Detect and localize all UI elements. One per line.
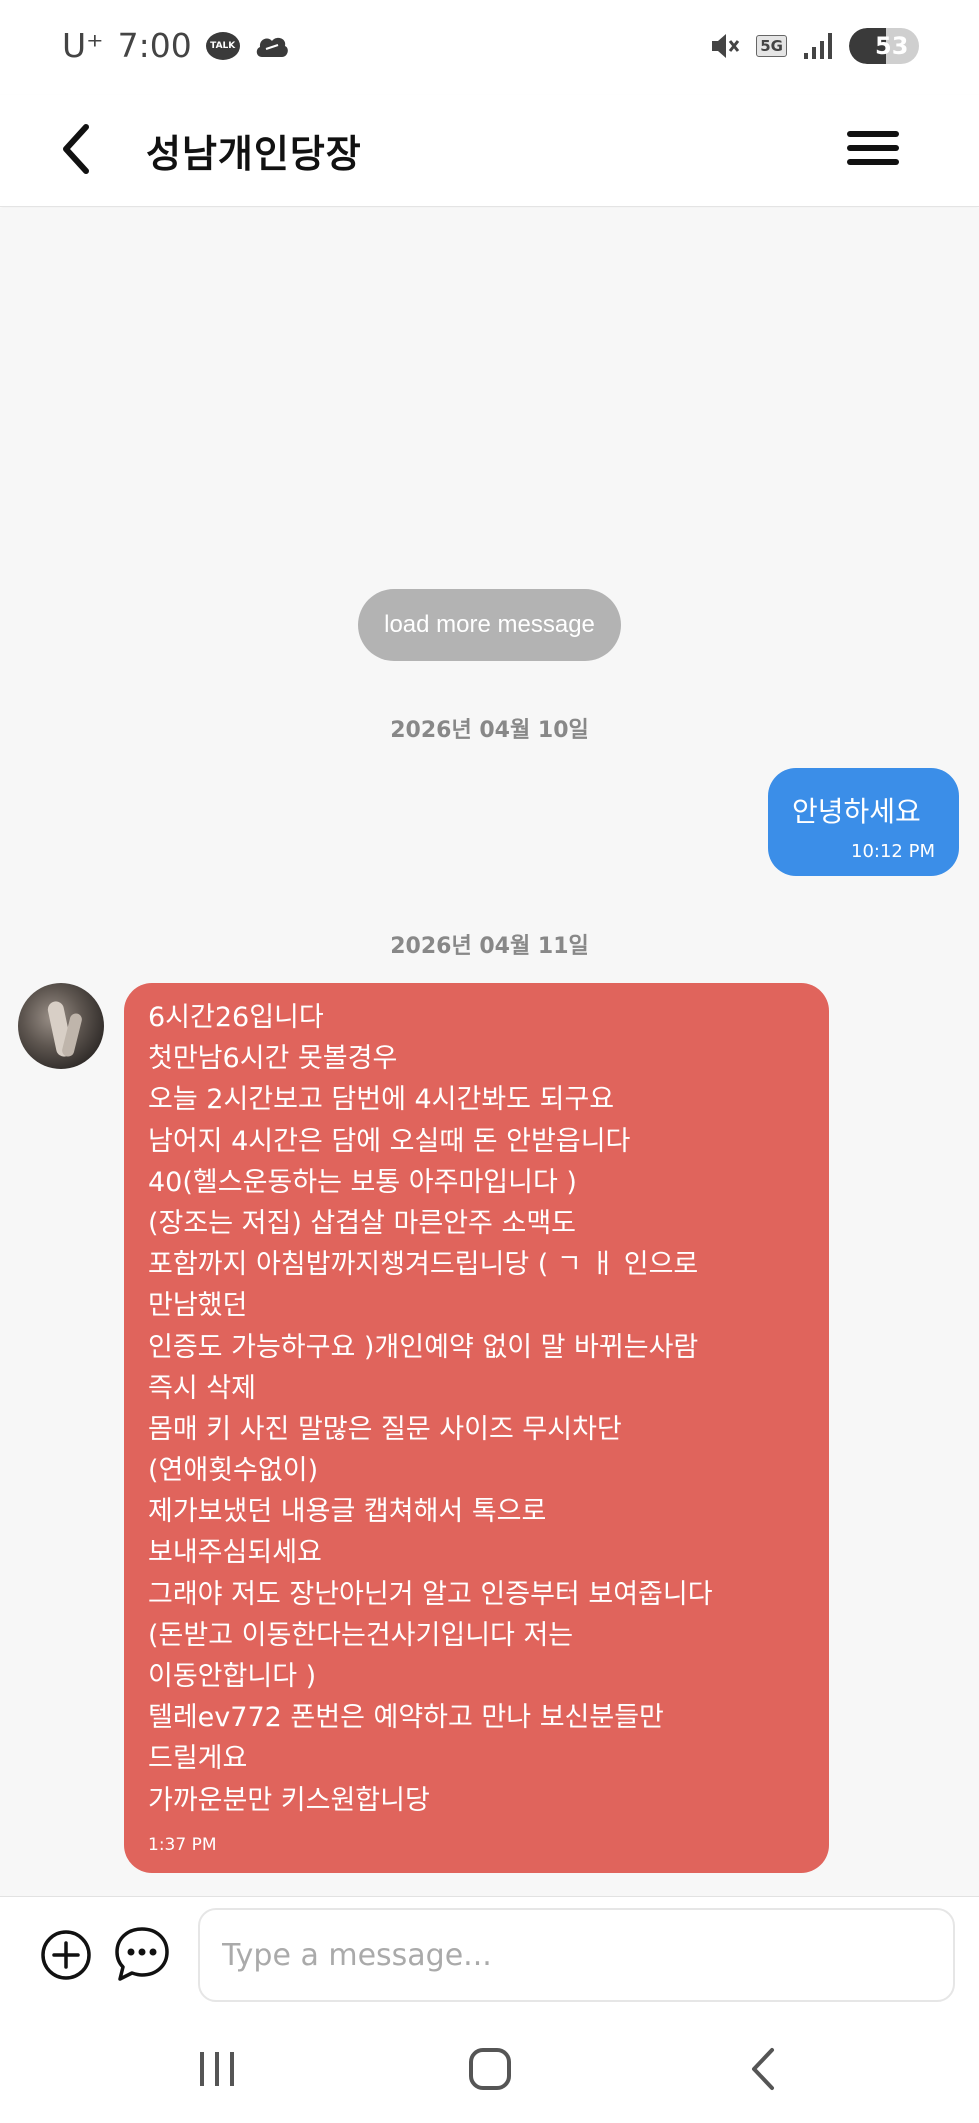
- message-line: 만남했던: [148, 1290, 248, 1322]
- recent-apps-icon[interactable]: [192, 2044, 242, 2094]
- clock: 7:00: [117, 26, 192, 65]
- date-separator: 2026년 04월 10일: [390, 718, 589, 743]
- carrier-label: U⁺: [62, 26, 104, 65]
- network-5g-icon: 5G: [756, 35, 787, 57]
- message-time: 1:37 PM: [148, 1835, 217, 1855]
- message-line: 텔레ev772 폰번은 예약하고 만나 보신분들만: [148, 1702, 664, 1734]
- back-nav-icon[interactable]: [740, 2044, 790, 2094]
- status-bar: U⁺ 7:00 TALK 5G 53: [0, 0, 979, 95]
- message-line: 이동안합니다 ): [148, 1661, 317, 1692]
- mute-icon: [712, 34, 740, 58]
- message-line: 오늘 2시간보고 담번에 4시간봐도 되구요: [148, 1084, 615, 1116]
- message-line: 제가보냈던 내용글 캡쳐해서 톡으로: [148, 1496, 547, 1528]
- add-attachment-icon[interactable]: [40, 1929, 92, 1981]
- incoming-message[interactable]: 6시간26입니다 첫만남6시간 못볼경우 오늘 2시간보고 담번에 4시간봐도 …: [124, 983, 829, 1873]
- message-line: 포함까지 아침밥까지챙겨드립니당 ( ㄱ ㅐ 인으로: [148, 1249, 699, 1281]
- message-line: 첫만남6시간 못볼경우: [148, 1043, 398, 1075]
- message-line: 몸매 키 사진 말많은 질문 사이즈 무시차단: [148, 1413, 622, 1445]
- message-line: 가까운분만 키스원합니당: [148, 1784, 430, 1816]
- date-separator: 2026년 04월 11일: [390, 934, 589, 959]
- message-line: 드릴게요: [148, 1743, 248, 1775]
- avatar[interactable]: [18, 983, 104, 1069]
- message-input[interactable]: [198, 1908, 955, 2002]
- hamburger-menu-icon[interactable]: [845, 123, 901, 173]
- chat-header: 성남개인당장: [0, 95, 979, 207]
- message-line: 그래야 저도 장난아닌거 알고 인증부터 보여줍니다: [148, 1578, 713, 1610]
- message-line: (연애횟수없이): [148, 1455, 319, 1487]
- system-nav-bar: [0, 2006, 979, 2123]
- cloud-notification-icon: [256, 37, 288, 57]
- message-line: 즉시 삭제: [148, 1372, 256, 1404]
- message-time: 10:12 PM: [851, 841, 935, 862]
- message-line: 6시간26입니다: [148, 1002, 324, 1033]
- message-list[interactable]: load more message 2026년 04월 10일 안녕하세요 10…: [0, 208, 979, 1896]
- message-line: (돈받고 이동한다는건사기입니다 저는: [148, 1619, 574, 1651]
- message-line: 남어지 4시간은 담에 오실때 돈 안받읍니다: [148, 1125, 631, 1157]
- back-arrow-icon[interactable]: [52, 117, 102, 181]
- outgoing-message[interactable]: 안녕하세요 10:12 PM: [768, 768, 959, 876]
- battery-icon: 53: [849, 28, 919, 64]
- page-title: 성남개인당장: [146, 132, 362, 176]
- message-text: 안녕하세요: [792, 795, 921, 828]
- home-icon[interactable]: [465, 2044, 515, 2094]
- talk-notification-icon: TALK: [205, 31, 240, 60]
- chat-bubble-icon[interactable]: [113, 1925, 171, 1983]
- message-line: (장조는 저집) 삽겹살 마른안주 소맥도: [148, 1207, 576, 1239]
- message-line: 40(헬스운동하는 보통 아주마입니다 ): [148, 1166, 577, 1198]
- message-line: 인증도 가능하구요 )개인예약 없이 말 바뀌는사람: [148, 1331, 699, 1363]
- signal-icon: [804, 33, 832, 59]
- battery-level: 53: [875, 32, 909, 60]
- message-line: 보내주심되세요: [148, 1537, 322, 1569]
- load-more-button[interactable]: load more message: [358, 589, 621, 661]
- message-text: 6시간26입니다 첫만남6시간 못볼경우 오늘 2시간보고 담번에 4시간봐도 …: [148, 997, 809, 1821]
- message-composer: [0, 1896, 979, 2006]
